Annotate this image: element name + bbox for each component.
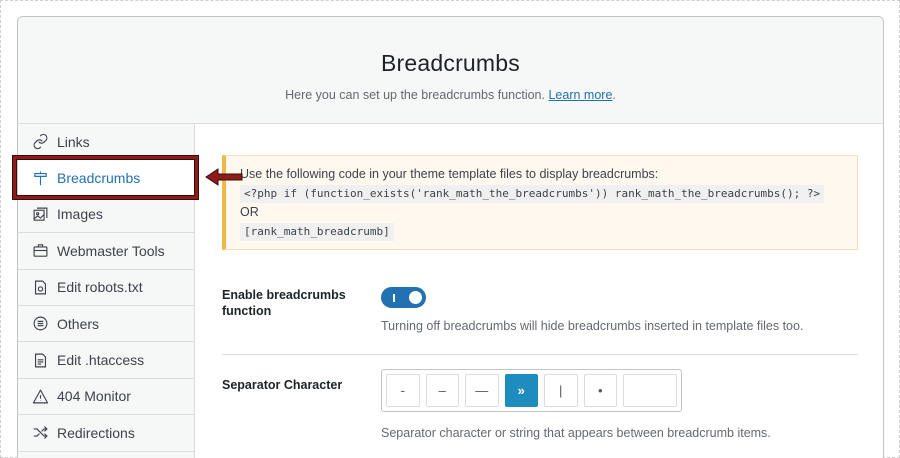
link-icon [31, 133, 49, 151]
separator-option-bullet[interactable]: • [583, 374, 617, 407]
sidebar-item-label: Edit .htaccess [57, 352, 145, 369]
page-subtitle: Here you can set up the breadcrumbs func… [18, 88, 883, 102]
robot-file-icon [31, 278, 49, 296]
sidebar-item-redirections[interactable]: Redirections [18, 415, 194, 452]
enable-breadcrumbs-description: Turning off breadcrumbs will hide breadc… [381, 319, 804, 333]
sidebar-item-label: Links [57, 133, 90, 150]
shortcode-snippet: [rank_math_breadcrumb] [240, 223, 394, 241]
sidebar-item-label: Others [57, 315, 100, 332]
sidebar-item-label: 404 Monitor [57, 388, 131, 405]
separator-option-hyphen[interactable]: - [386, 374, 420, 407]
sidebar-item-links[interactable]: Links [18, 124, 194, 161]
sidebar-item-edit-htaccess[interactable]: Edit .htaccess [18, 342, 194, 379]
separator-label: Separator Character [222, 378, 343, 392]
separator-option-en-dash[interactable]: – [425, 374, 459, 407]
separator-row: Separator Character - – — » | • Separato… [222, 369, 856, 440]
sidebar-item-label: Edit robots.txt [57, 279, 143, 296]
briefcase-icon [31, 242, 49, 260]
notice-or: OR [240, 205, 259, 219]
sidebar-item-label: Webmaster Tools [57, 242, 165, 259]
sidebar-item-404-monitor[interactable]: 404 Monitor [18, 379, 194, 416]
enable-breadcrumbs-label: Enable breadcrumbs function [222, 288, 346, 318]
settings-panel: Breadcrumbs Here you can set up the brea… [17, 16, 884, 458]
separator-options: - – — » | • [381, 369, 682, 412]
toggle-on-mark [393, 294, 395, 302]
usage-notice: Use the following code in your theme tem… [222, 155, 858, 250]
toggle-knob [409, 291, 422, 304]
subtitle-period: . [612, 88, 616, 102]
images-icon [31, 205, 49, 223]
sidebar-nav: Links Breadcrumbs Images Webmaster Tools… [18, 124, 195, 458]
enable-breadcrumbs-toggle[interactable] [381, 287, 426, 308]
sidebar-item-others[interactable]: Others [18, 306, 194, 343]
learn-more-link[interactable]: Learn more [548, 88, 612, 102]
notice-text: Use the following code in your theme tem… [240, 167, 659, 181]
sidebar-item-label: Redirections [57, 424, 135, 441]
separator-custom-input[interactable] [623, 374, 677, 407]
sidebar-item-breadcrumbs[interactable]: Breadcrumbs [18, 160, 195, 197]
sidebar-item-label: Images [57, 206, 103, 223]
enable-breadcrumbs-row: Enable breadcrumbs function Turning off … [222, 287, 856, 333]
separator-option-em-dash[interactable]: — [465, 374, 499, 407]
section-divider [222, 354, 858, 355]
sidebar-item-edit-robots[interactable]: Edit robots.txt [18, 270, 194, 306]
warning-icon [31, 387, 49, 405]
annotation-arrow-icon [205, 168, 243, 186]
page-header: Breadcrumbs Here you can set up the brea… [18, 17, 883, 124]
signpost-icon [31, 169, 49, 187]
document-icon [31, 351, 49, 369]
sidebar-item-label: Breadcrumbs [57, 170, 141, 187]
separator-description: Separator character or string that appea… [381, 426, 771, 440]
subtitle-text: Here you can set up the breadcrumbs func… [285, 88, 545, 102]
main-content: Use the following code in your theme tem… [196, 124, 883, 458]
separator-option-raquo[interactable]: » [504, 374, 538, 407]
shuffle-icon [31, 424, 49, 442]
sidebar-item-images[interactable]: Images [18, 197, 194, 234]
list-circle-icon [31, 315, 49, 333]
php-code-snippet: <?php if (function_exists('rank_math_the… [240, 185, 825, 203]
sidebar-item-webmaster-tools[interactable]: Webmaster Tools [18, 233, 194, 270]
separator-option-pipe[interactable]: | [544, 374, 578, 407]
page-title: Breadcrumbs [381, 50, 520, 76]
